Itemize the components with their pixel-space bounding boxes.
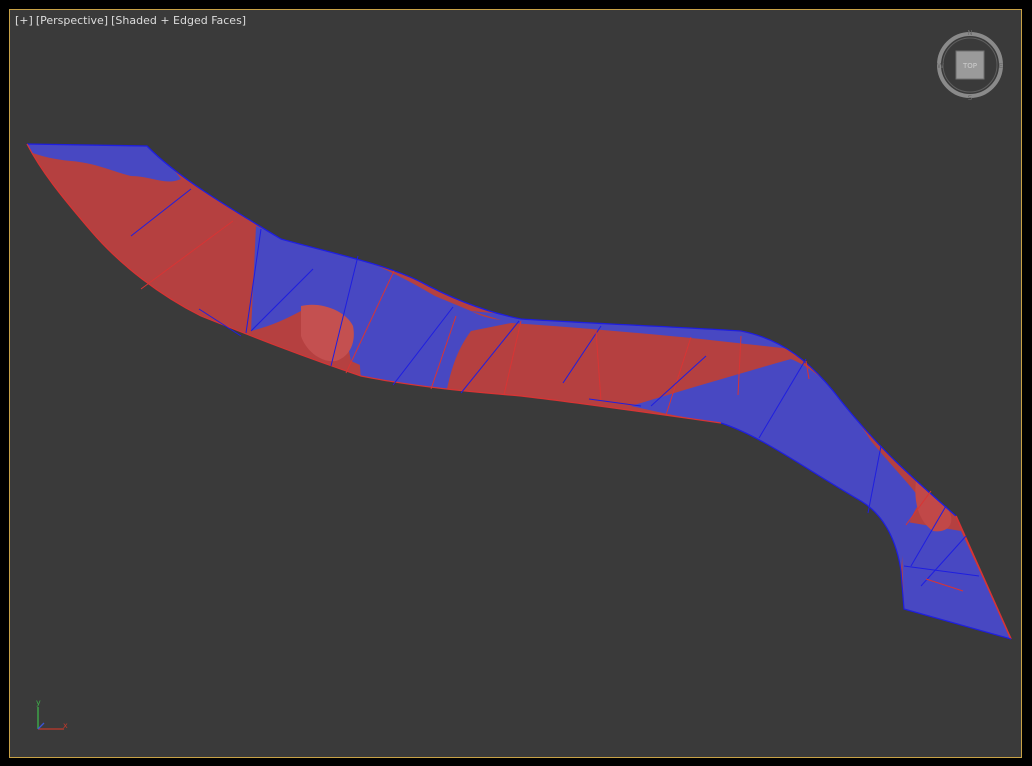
z-axis-line (37, 722, 45, 730)
viewcube[interactable]: TOP N S W E (934, 29, 1006, 101)
x-axis-label: x (63, 721, 68, 730)
viewcube-top-label: TOP (962, 62, 977, 70)
compass-north: N (967, 29, 972, 37)
compass-east: E (999, 62, 1003, 70)
ribbon-mesh[interactable] (26, 141, 1012, 640)
y-axis-label: y (36, 698, 41, 707)
perspective-viewport[interactable]: [+] [Perspective] [Shaded + Edged Faces] (9, 9, 1022, 758)
blue-patch-lower-right (901, 521, 1011, 639)
axis-tripod: y x (36, 698, 68, 730)
compass-south: S (968, 94, 973, 101)
scene-mesh[interactable] (10, 10, 1022, 758)
ribbon-base-face (27, 144, 1011, 639)
compass-west: W (937, 62, 944, 70)
